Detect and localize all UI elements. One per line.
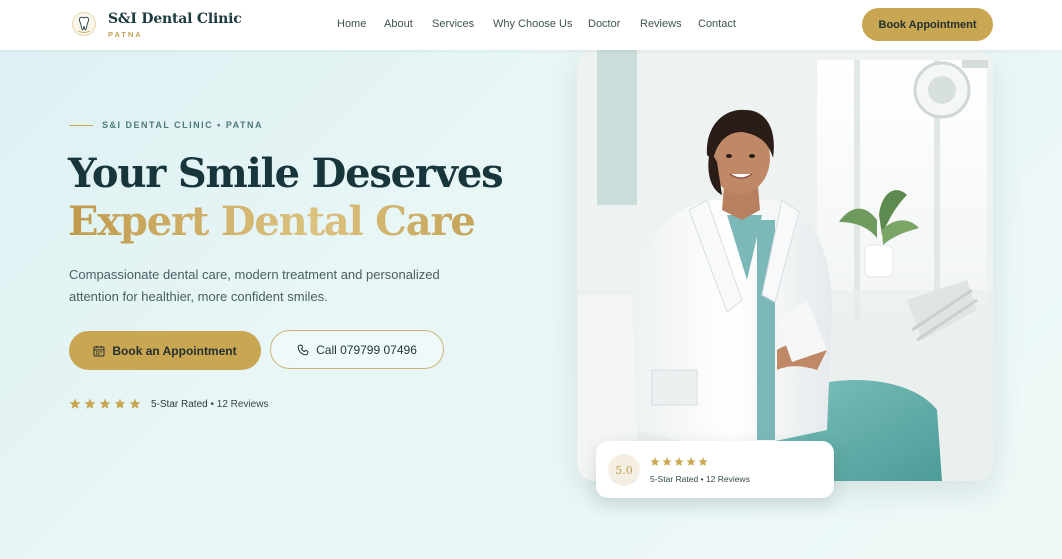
nav-link-services[interactable]: Services <box>432 18 474 30</box>
nav-link-reviews[interactable]: Reviews <box>640 18 682 30</box>
hero-headline: Your Smile Deserves <box>68 150 504 197</box>
book-appointment-button[interactable]: Book Appointment <box>862 8 993 41</box>
star-icon <box>114 398 126 409</box>
calendar-icon <box>93 345 105 356</box>
hero-rating: 5-Star Rated • 12 Reviews <box>69 396 268 412</box>
star-icon <box>129 398 141 409</box>
book-an-appointment-label: Book an Appointment <box>112 343 237 358</box>
brand-name[interactable]: S&I Dental Clinic <box>108 11 242 27</box>
star-icon <box>99 398 111 409</box>
call-button[interactable]: Call 079799 07496 <box>270 330 444 369</box>
tooth-logo-icon[interactable] <box>72 11 96 37</box>
reviews-count: • 12 Reviews <box>210 398 269 410</box>
eyebrow-divider <box>69 125 93 126</box>
card-rating-text: 5-Star Rated • 12 Reviews <box>650 474 750 484</box>
hero-headline-accent: Expert Dental Care <box>68 198 476 245</box>
star-icon <box>650 457 660 466</box>
book-an-appointment-button[interactable]: Book an Appointment <box>69 331 261 370</box>
rating-label: 5-Star Rated <box>151 398 208 410</box>
star-icon <box>674 457 684 466</box>
nav-link-home[interactable]: Home <box>337 18 366 30</box>
rating-score-badge: 5.0 <box>608 454 640 486</box>
phone-icon <box>297 344 309 355</box>
brand-location: PATNA <box>108 30 143 39</box>
hero-star-rating <box>69 398 141 410</box>
dentist-hero-image <box>577 50 993 481</box>
nav-link-contact[interactable]: Contact <box>698 18 736 30</box>
nav-link-about[interactable]: About <box>384 18 413 30</box>
star-icon <box>662 457 672 466</box>
nav-link-why-choose-us[interactable]: Why Choose Us <box>493 18 572 30</box>
call-label: Call 079799 07496 <box>316 342 417 357</box>
star-icon <box>698 457 708 466</box>
hero-description: Compassionate dental care, modern treatm… <box>69 267 440 304</box>
star-icon <box>84 398 96 409</box>
hero-eyebrow: S&I DENTAL CLINIC • PATNA <box>102 120 263 130</box>
nav-link-doctor[interactable]: Doctor <box>588 18 620 30</box>
star-icon <box>69 398 81 409</box>
star-icon <box>686 457 696 466</box>
top-navbar: S&I Dental Clinic PATNA Home About Servi… <box>0 0 1062 50</box>
review-summary-card: 5.0 5-Star Rated • 12 Reviews <box>596 441 834 498</box>
card-star-rating <box>650 457 708 467</box>
